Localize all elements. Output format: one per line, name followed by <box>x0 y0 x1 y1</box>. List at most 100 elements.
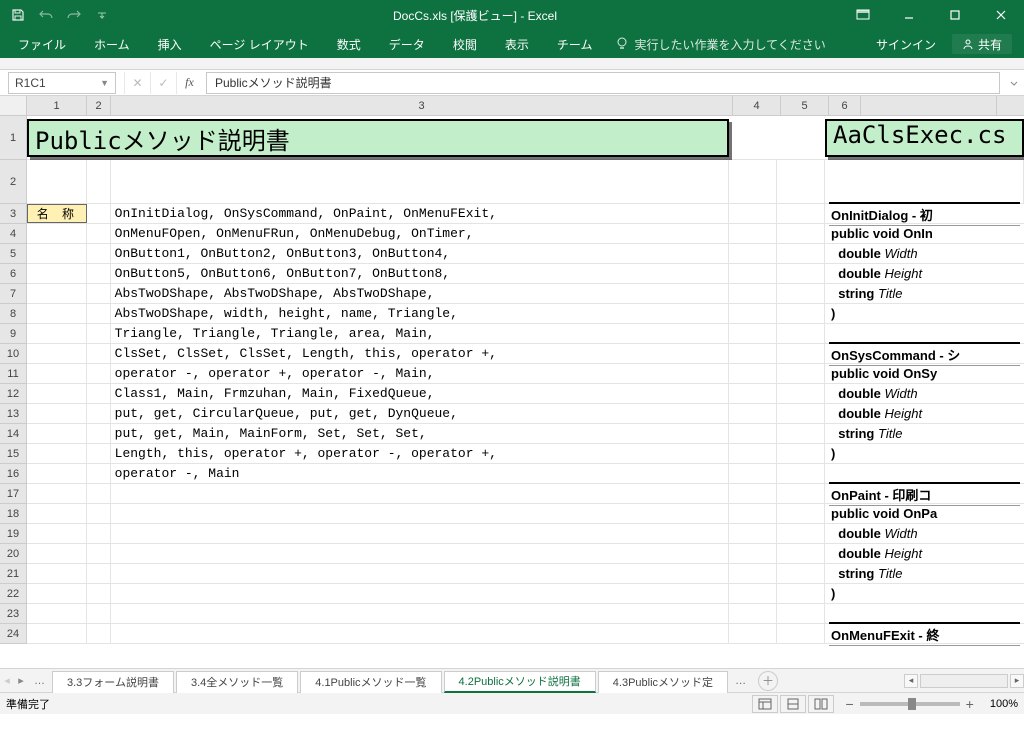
spreadsheet-grid[interactable]: 123456 123456789101112131415161718192021… <box>0 96 1024 668</box>
cell[interactable] <box>777 324 825 343</box>
row-header[interactable]: 12 <box>0 384 26 404</box>
cell[interactable] <box>27 304 87 323</box>
cell[interactable] <box>777 524 825 543</box>
row-header[interactable]: 5 <box>0 244 26 264</box>
cell[interactable] <box>729 364 777 383</box>
cell[interactable] <box>729 224 777 243</box>
cell[interactable] <box>27 244 87 263</box>
cell[interactable] <box>87 324 111 343</box>
cell[interactable] <box>87 404 111 423</box>
cell[interactable] <box>87 244 111 263</box>
cell[interactable] <box>111 524 730 543</box>
method-list-line[interactable]: OnMenuFOpen, OnMenuFRun, OnMenuDebug, On… <box>111 224 730 243</box>
cell[interactable] <box>729 604 777 623</box>
method-list-line[interactable]: ClsSet, ClsSet, ClsSet, Length, this, op… <box>111 344 730 363</box>
method-list-line[interactable]: OnButton1, OnButton2, OnButton3, OnButto… <box>111 244 730 263</box>
row-header[interactable]: 14 <box>0 424 26 444</box>
cell[interactable] <box>27 344 87 363</box>
cell[interactable] <box>729 504 777 523</box>
row-header[interactable]: 2 <box>0 160 26 204</box>
method-list-line[interactable]: put, get, CircularQueue, put, get, DynQu… <box>111 404 730 423</box>
cell[interactable] <box>87 344 111 363</box>
cell[interactable] <box>825 324 1024 343</box>
cell[interactable] <box>729 304 777 323</box>
row-header[interactable]: 11 <box>0 364 26 384</box>
cell[interactable] <box>87 424 111 443</box>
cell[interactable]: AaClsExec.cs <box>825 116 1024 159</box>
cell[interactable] <box>87 284 111 303</box>
cell[interactable] <box>27 604 87 623</box>
ribbon-tab-pagelayout[interactable]: ページ レイアウト <box>196 30 323 58</box>
row-header[interactable]: 4 <box>0 224 26 244</box>
scroll-right-icon[interactable]: ▸ <box>1010 674 1024 688</box>
cell[interactable] <box>87 564 111 583</box>
cell[interactable] <box>729 444 777 463</box>
cell[interactable] <box>27 484 87 503</box>
cell[interactable] <box>111 624 730 643</box>
column-header[interactable]: 4 <box>733 96 781 115</box>
sheet-nav-first-icon[interactable]: ◂ <box>0 669 14 693</box>
signin-link[interactable]: サインイン <box>860 36 952 53</box>
cell[interactable]: public void OnSy <box>825 364 1024 383</box>
formula-expand-icon[interactable] <box>1004 78 1024 88</box>
cell[interactable] <box>729 544 777 563</box>
zoom-slider[interactable] <box>860 702 960 706</box>
share-button[interactable]: 共有 <box>952 34 1012 54</box>
row-header[interactable]: 15 <box>0 444 26 464</box>
cell[interactable] <box>27 284 87 303</box>
cell[interactable] <box>27 224 87 243</box>
row-header[interactable]: 1 <box>0 116 26 160</box>
cell[interactable] <box>729 404 777 423</box>
cell[interactable] <box>777 244 825 263</box>
cell[interactable] <box>87 204 111 223</box>
cell[interactable] <box>729 384 777 403</box>
formula-input[interactable]: Publicメソッド説明書 <box>206 72 1000 94</box>
cell[interactable]: double Height <box>825 544 1024 563</box>
method-list-line[interactable]: Class1, Main, Frmzuhan, Main, FixedQueue… <box>111 384 730 403</box>
cell[interactable] <box>729 584 777 603</box>
cell[interactable] <box>777 484 825 503</box>
cell[interactable] <box>87 544 111 563</box>
sheet-tab[interactable]: 3.3フォーム説明書 <box>52 671 174 693</box>
cell[interactable] <box>111 504 730 523</box>
cell[interactable] <box>777 204 825 223</box>
horizontal-scrollbar[interactable]: ◂ ▸ <box>904 674 1024 688</box>
method-list-line[interactable]: OnInitDialog, OnSysCommand, OnPaint, OnM… <box>111 204 730 223</box>
cell[interactable] <box>87 444 111 463</box>
sheet-nav-more[interactable]: … <box>28 675 51 687</box>
fx-icon[interactable]: fx <box>176 72 202 94</box>
cell[interactable] <box>729 204 777 223</box>
cell[interactable]: string Title <box>825 284 1024 303</box>
ribbon-display-icon[interactable] <box>840 0 886 30</box>
cell[interactable] <box>87 584 111 603</box>
cell[interactable] <box>777 604 825 623</box>
ribbon-tab-insert[interactable]: 挿入 <box>144 30 196 58</box>
cell[interactable] <box>111 584 730 603</box>
cell[interactable] <box>777 364 825 383</box>
cell[interactable] <box>777 504 825 523</box>
cells[interactable]: Publicメソッド説明書AaClsExec.cs名 称OnInitDialog… <box>27 116 1024 668</box>
method-list-line[interactable]: AbsTwoDShape, AbsTwoDShape, AbsTwoDShape… <box>111 284 730 303</box>
cell[interactable] <box>777 160 825 203</box>
close-icon[interactable] <box>978 0 1024 30</box>
zoom-out-icon[interactable]: − <box>845 696 853 712</box>
row-header[interactable]: 17 <box>0 484 26 504</box>
cell[interactable] <box>111 604 730 623</box>
cell[interactable] <box>729 160 777 203</box>
row-header[interactable]: 21 <box>0 564 26 584</box>
cell[interactable]: public void OnPa <box>825 504 1024 523</box>
cell[interactable] <box>777 624 825 643</box>
cell[interactable] <box>777 404 825 423</box>
row-header[interactable]: 9 <box>0 324 26 344</box>
new-sheet-button[interactable]: ＋ <box>758 671 778 691</box>
row-header[interactable]: 8 <box>0 304 26 324</box>
ribbon-tab-review[interactable]: 校閲 <box>439 30 491 58</box>
cell[interactable]: OnPaint - 印刷コ <box>825 484 1024 503</box>
maximize-icon[interactable] <box>932 0 978 30</box>
ribbon-tab-home[interactable]: ホーム <box>80 30 144 58</box>
row-header[interactable]: 16 <box>0 464 26 484</box>
cell[interactable] <box>825 604 1024 623</box>
cell[interactable] <box>729 264 777 283</box>
redo-icon[interactable] <box>66 7 82 23</box>
cell[interactable] <box>777 264 825 283</box>
